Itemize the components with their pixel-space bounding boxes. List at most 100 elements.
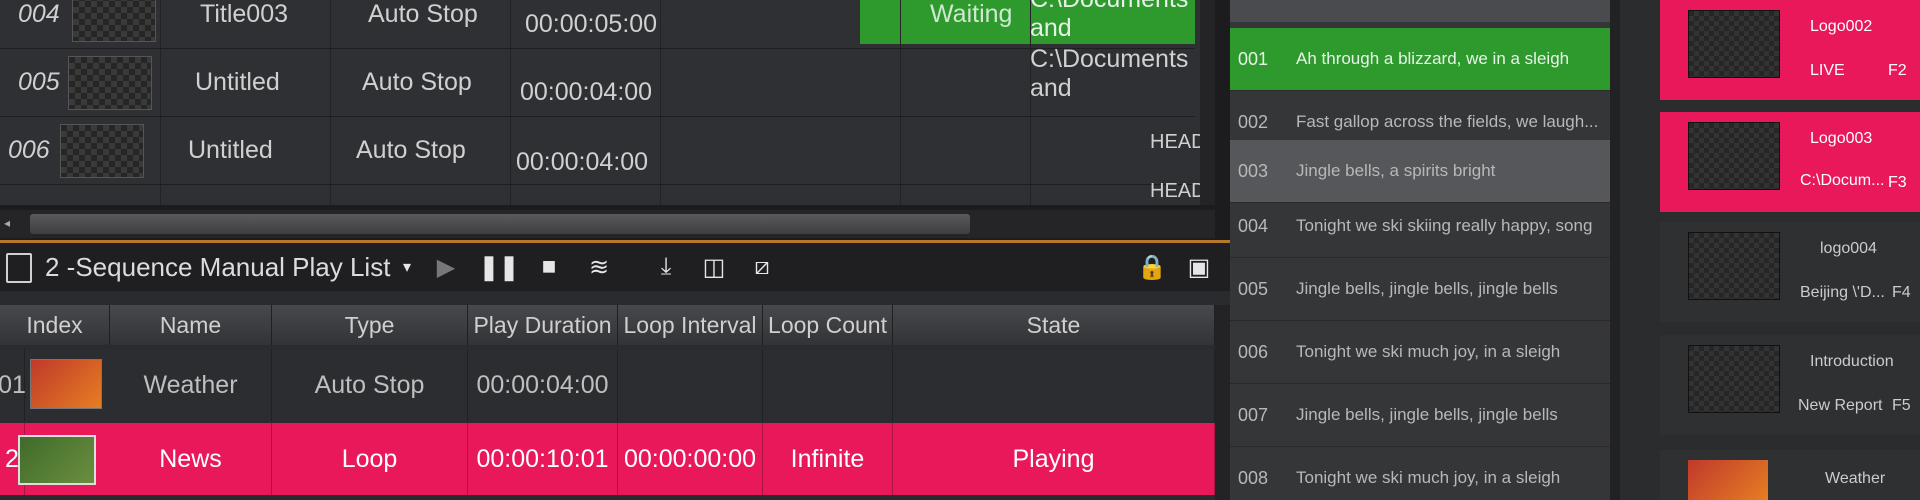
play-icon[interactable]: ▶ [432, 253, 460, 281]
lock-icon[interactable]: 🔒 [1137, 253, 1167, 281]
playlist-toolbar: 2 -Sequence Manual Play List ▾ ▶ ❚❚ ■ ≋ … [0, 243, 1230, 291]
logo-subtitle: LIVE [1810, 62, 1845, 79]
logo-card[interactable]: Logo003 C:\Docum... F3 [1660, 112, 1920, 212]
logo-panel: Logo002 LIVE F2 Logo003 C:\Docum... F3 l… [1620, 0, 1920, 500]
logo-title: Weather [1825, 470, 1886, 487]
row-type: Auto Stop [272, 349, 468, 421]
clip-thumbnail [60, 124, 144, 178]
column-header-name[interactable]: Name [110, 305, 272, 345]
logo-title: Introduction [1810, 353, 1894, 370]
list-item[interactable]: 008 Tonight we ski much joy, in a sleigh [1230, 447, 1610, 500]
subtitle-list-panel: 001 Ah through a blizzard, we in a sleig… [1230, 0, 1620, 500]
item-number: 007 [1238, 404, 1269, 425]
clip-thumbnail [68, 56, 152, 110]
row-name: News [110, 423, 272, 495]
vertical-scrollbar[interactable] [1215, 305, 1230, 500]
row-interval [618, 349, 763, 421]
row-name: Untitled [188, 135, 273, 164]
item-text: Jingle bells, jingle bells, jingle bells [1296, 279, 1558, 298]
row-count: Infinite [763, 423, 893, 495]
table-header: Index Name Type Play Duration Loop Inter… [0, 305, 1215, 345]
list-item-selected[interactable]: 001 Ah through a blizzard, we in a sleig… [1230, 28, 1610, 91]
logo-thumbnail [1688, 345, 1780, 413]
item-number: 001 [1238, 48, 1269, 69]
column-header-type[interactable]: Type [272, 305, 468, 345]
table-row[interactable]: 005 Untitled Auto Stop 00:00:04:00 C:\Do… [0, 45, 1195, 117]
column-header-index[interactable]: Index [0, 305, 110, 345]
logo-hotkey: F4 [1892, 284, 1911, 301]
row-path: HEAD [1150, 130, 1206, 153]
row-duration: 00:00:04:00 [516, 147, 649, 176]
clip-thumbnail [72, 0, 156, 42]
logo-card[interactable]: Weather [1660, 450, 1920, 500]
row-type: Auto Stop [362, 67, 472, 96]
item-text: Jingle bells, a spirits bright [1296, 161, 1496, 180]
table-row-selected[interactable]: 2 News Loop 00:00:10:01 00:00:00:00 Infi… [0, 423, 1215, 495]
scroll-left-arrow-icon[interactable]: ◂ [4, 216, 10, 230]
item-text: Tonight we ski much joy, in a sleigh [1296, 468, 1561, 487]
table-row[interactable]: 006 Untitled Auto Stop 00:00:04:00 HEAD [0, 116, 1206, 185]
logo-title: logo004 [1820, 240, 1877, 257]
row-type: Auto Stop [368, 0, 478, 28]
dropdown-icon[interactable]: ▾ [393, 253, 421, 281]
playlist-title: 2 -Sequence Manual Play List [45, 251, 391, 282]
column-header-state[interactable]: State [893, 305, 1215, 345]
logo-card[interactable]: Logo002 LIVE F2 [1660, 0, 1920, 100]
column-header-play-duration[interactable]: Play Duration [468, 305, 618, 345]
row-duration: 00:00:10:01 [468, 423, 618, 495]
item-number: 008 [1238, 467, 1269, 488]
row-name: Untitled [195, 67, 280, 96]
logo-subtitle: C:\Docum... [1800, 172, 1885, 189]
logo-subtitle: New Report [1798, 397, 1883, 414]
clip-thumbnail [18, 435, 96, 485]
item-number: 006 [1238, 341, 1269, 362]
list-item[interactable]: 004 Tonight we ski skiing really happy, … [1230, 195, 1610, 258]
wave-icon[interactable]: ≋ [585, 253, 613, 281]
scrollbar-thumb[interactable] [30, 214, 970, 234]
row-duration: 00:00:04:00 [468, 349, 618, 421]
item-number: 002 [1238, 111, 1269, 132]
logo-title: Logo003 [1810, 130, 1873, 147]
logo-thumbnail [1688, 232, 1780, 300]
split-icon[interactable]: ◫ [700, 253, 728, 281]
window-icon[interactable]: ▣ [1185, 253, 1213, 281]
column-header-loop-count[interactable]: Loop Count [763, 305, 893, 345]
item-number: 005 [1238, 278, 1269, 299]
vertical-scrollbar[interactable] [1200, 0, 1215, 205]
logo-thumbnail [1688, 10, 1780, 78]
item-text: Jingle bells, jingle bells, jingle bells [1296, 405, 1558, 424]
logo-hotkey: F2 [1888, 62, 1907, 79]
list-item[interactable]: 007 Jingle bells, jingle bells, jingle b… [1230, 384, 1610, 447]
list-item[interactable]: 005 Jingle bells, jingle bells, jingle b… [1230, 258, 1610, 321]
item-text: Fast gallop across the fields, we laugh.… [1296, 112, 1599, 131]
row-path-overflow: HEAD [1150, 180, 1206, 202]
row-index: 01 [0, 349, 26, 421]
row-path: C:\Documents and [1030, 45, 1189, 102]
logo-thumbnail [1688, 122, 1780, 190]
pause-icon[interactable]: ❚❚ [479, 253, 519, 281]
horizontal-scrollbar[interactable]: ◂ [0, 210, 1215, 238]
slash-icon[interactable]: ⧄ [748, 253, 776, 281]
row-index: 006 [8, 135, 50, 164]
clip-list-panel: 004 Title003 Auto Stop 00:00:05:00 Waiti… [0, 0, 1215, 205]
stop-icon[interactable]: ■ [535, 253, 563, 281]
row-index: 005 [18, 67, 60, 96]
logo-thumbnail [1688, 460, 1768, 500]
item-number: 004 [1238, 215, 1269, 236]
list-item[interactable]: 006 Tonight we ski much joy, in a sleigh [1230, 321, 1610, 384]
column-header-loop-interval[interactable]: Loop Interval [618, 305, 763, 345]
logo-hotkey: F5 [1892, 397, 1911, 414]
table-row[interactable]: 004 Title003 Auto Stop 00:00:05:00 Waiti… [0, 0, 1195, 49]
item-text: Tonight we ski much joy, in a sleigh [1296, 342, 1561, 361]
document-icon [6, 253, 32, 283]
logo-card[interactable]: logo004 Beijing \'D... F4 [1660, 222, 1920, 322]
table-row[interactable]: 01 Weather Auto Stop 00:00:04:00 [0, 349, 1215, 421]
item-text: Ah through a blizzard, we in a sleigh [1296, 49, 1570, 68]
logo-card[interactable]: Introduction New Report F5 [1660, 335, 1920, 435]
row-name: Title003 [200, 0, 289, 28]
logo-subtitle: Beijing \'D... [1800, 284, 1885, 301]
download-icon[interactable]: ⤓ [652, 253, 680, 281]
list-item[interactable]: 003 Jingle bells, a spirits bright [1230, 140, 1610, 203]
vertical-scrollbar[interactable] [1610, 0, 1620, 500]
list-header [1230, 0, 1610, 22]
